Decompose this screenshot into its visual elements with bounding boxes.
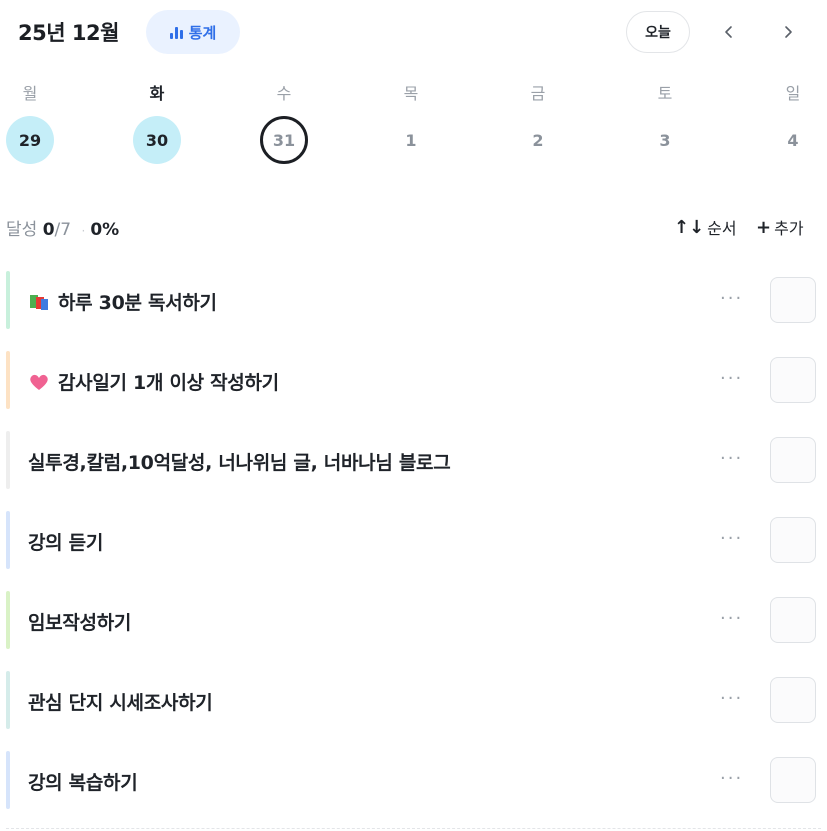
task-label-text: 감사일기 1개 이상 작성하기: [58, 372, 279, 394]
books-icon: [28, 292, 50, 312]
bar-chart-icon: [169, 25, 183, 39]
sort-arrows-icon: ↑↓: [674, 216, 705, 238]
achievement-percent: 0%: [90, 220, 120, 240]
task-row[interactable]: 강의 복습하기 ···: [6, 751, 821, 809]
task-title: 강의 듣기: [28, 528, 103, 555]
day-cell[interactable]: 화 30: [127, 66, 187, 176]
task-color-bar: [6, 271, 10, 329]
day-number[interactable]: 3: [641, 116, 689, 164]
day-name: 토: [657, 84, 673, 103]
more-options-button[interactable]: ···: [720, 448, 743, 469]
day-number[interactable]: 4: [769, 116, 817, 164]
task-label-text: 임보작성하기: [28, 612, 132, 634]
task-row[interactable]: 감사일기 1개 이상 작성하기 ···: [6, 351, 821, 409]
task-label-text: 관심 단지 시세조사하기: [28, 692, 213, 714]
sort-order-label: 순서: [707, 219, 737, 238]
day-cell[interactable]: 토 3: [635, 66, 695, 176]
achievement-total: /7: [54, 220, 72, 240]
day-name: 금: [530, 84, 546, 103]
task-row[interactable]: 실투경,칼럼,10억달성, 너나위님 글, 너바나님 블로그 ···: [6, 431, 821, 489]
task-title: 강의 복습하기: [28, 768, 138, 795]
task-color-bar: [6, 591, 10, 649]
task-checkbox[interactable]: [770, 677, 816, 723]
day-name: 월: [22, 84, 38, 103]
task-label-text: 하루 30분 독서하기: [58, 292, 217, 314]
plus-icon: +: [756, 216, 772, 238]
day-cell[interactable]: 금 2: [508, 66, 568, 176]
prev-week-button[interactable]: [714, 17, 744, 47]
more-options-button[interactable]: ···: [720, 368, 743, 389]
day-name: 수: [276, 84, 292, 103]
stats-button-label: 통계: [188, 23, 217, 42]
today-button[interactable]: 오늘: [626, 11, 690, 53]
separator-dot: ·: [81, 224, 86, 238]
day-number[interactable]: 2: [514, 116, 562, 164]
task-row[interactable]: 하루 30분 독서하기 ···: [6, 271, 821, 329]
chevron-left-icon: [725, 26, 732, 38]
day-cell[interactable]: 월 29: [0, 66, 60, 176]
day-cell[interactable]: 수 31: [254, 66, 314, 176]
achievement-summary: 달성 0/7 · 0% ↑↓ 순서 + 추가: [0, 210, 827, 244]
task-title: 관심 단지 시세조사하기: [28, 688, 213, 715]
task-label-text: 실투경,칼럼,10억달성, 너나위님 글, 너바나님 블로그: [28, 452, 451, 474]
day-cell[interactable]: 목 1: [381, 66, 441, 176]
day-name: 목: [403, 84, 419, 103]
more-options-button[interactable]: ···: [720, 688, 743, 709]
task-checkbox[interactable]: [770, 357, 816, 403]
month-title: 25년 12월: [18, 21, 119, 45]
sort-order-button[interactable]: ↑↓ 순서: [674, 215, 737, 239]
task-title: 하루 30분 독서하기: [28, 288, 217, 315]
task-checkbox[interactable]: [770, 517, 816, 563]
task-checkbox[interactable]: [770, 597, 816, 643]
task-checkbox[interactable]: [770, 277, 816, 323]
achievement-label: 달성: [6, 220, 38, 240]
more-options-button[interactable]: ···: [720, 528, 743, 549]
heart-icon: [28, 372, 50, 392]
task-color-bar: [6, 751, 10, 809]
more-options-button[interactable]: ···: [720, 288, 743, 309]
task-color-bar: [6, 671, 10, 729]
task-title: 감사일기 1개 이상 작성하기: [28, 368, 279, 395]
task-color-bar: [6, 431, 10, 489]
task-title: 임보작성하기: [28, 608, 131, 635]
list-divider: [6, 828, 821, 829]
day-name: 화: [149, 84, 165, 103]
week-strip: 월 29 화 30 수 31 목 1 금 2 토 3 일 4: [0, 66, 827, 176]
day-number[interactable]: 1: [387, 116, 435, 164]
day-number-today[interactable]: 31: [260, 116, 308, 164]
task-label-text: 강의 듣기: [28, 532, 104, 554]
day-cell[interactable]: 일 4: [763, 66, 823, 176]
add-task-button[interactable]: + 추가: [756, 215, 804, 239]
task-row[interactable]: 강의 듣기 ···: [6, 511, 821, 569]
next-week-button[interactable]: [773, 17, 803, 47]
task-color-bar: [6, 351, 10, 409]
day-number[interactable]: 29: [6, 116, 54, 164]
achievement-done-count: 0: [42, 220, 55, 240]
stats-button[interactable]: 통계: [146, 10, 240, 54]
add-task-label: 추가: [774, 219, 804, 238]
task-color-bar: [6, 511, 10, 569]
more-options-button[interactable]: ···: [720, 768, 743, 789]
chevron-right-icon: [785, 26, 792, 38]
calendar-header: 25년 12월 통계 오늘: [0, 0, 827, 66]
task-title: 실투경,칼럼,10억달성, 너나위님 글, 너바나님 블로그: [28, 448, 451, 475]
task-checkbox[interactable]: [770, 757, 816, 803]
more-options-button[interactable]: ···: [720, 608, 743, 629]
task-label-text: 강의 복습하기: [28, 772, 138, 794]
task-checkbox[interactable]: [770, 437, 816, 483]
day-name: 일: [785, 84, 801, 103]
day-number[interactable]: 30: [133, 116, 181, 164]
task-row[interactable]: 관심 단지 시세조사하기 ···: [6, 671, 821, 729]
achievement-text: 달성 0/7 · 0%: [6, 215, 119, 240]
task-row[interactable]: 임보작성하기 ···: [6, 591, 821, 649]
